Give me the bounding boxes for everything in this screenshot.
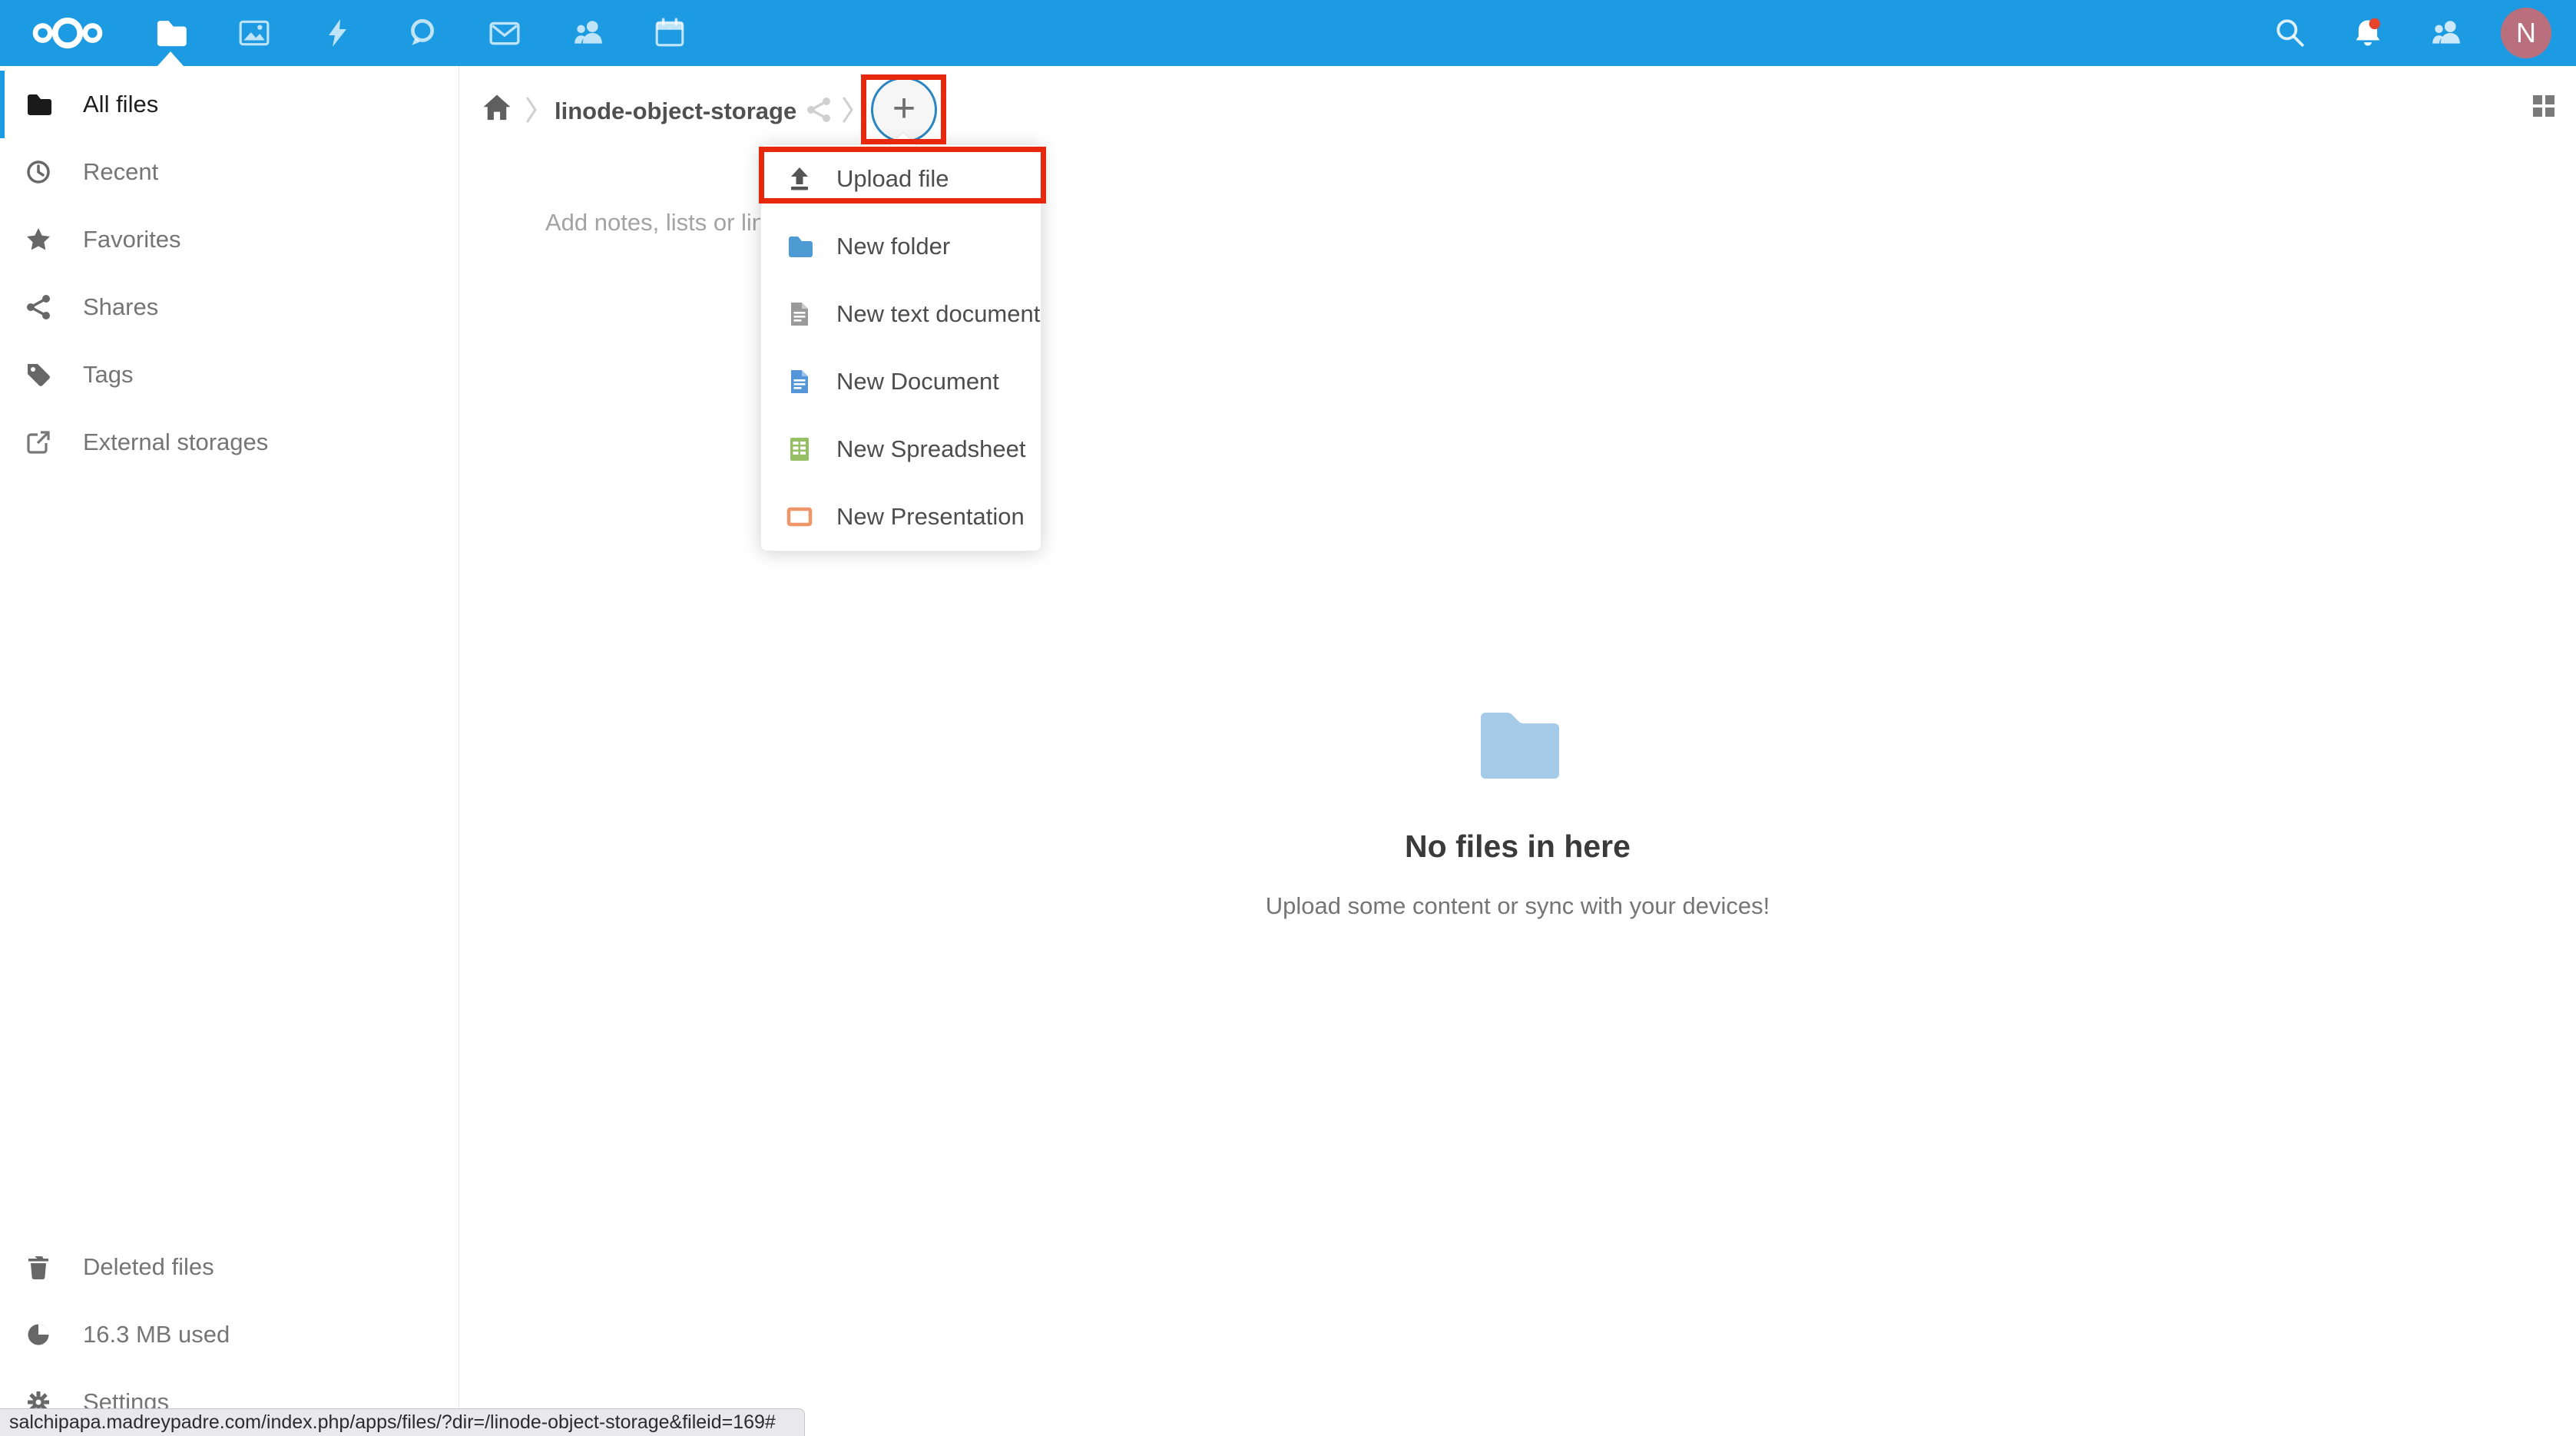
document-icon (786, 368, 813, 395)
quota-pie-icon (25, 1321, 52, 1348)
sidebar-item-all-files[interactable]: All files (0, 71, 459, 138)
sidebar-bottom-nav: Deleted files 16.3 MB used (0, 1233, 459, 1436)
sidebar-item-label: Deleted files (83, 1253, 214, 1281)
menu-item-label: New Document (836, 368, 999, 395)
menu-item-new-text-document[interactable]: New text document (761, 280, 1041, 348)
avatar-initial: N (2516, 17, 2536, 49)
notes-placeholder[interactable]: Add notes, lists or lin (545, 209, 765, 237)
plus-icon: + (892, 88, 916, 128)
empty-state-subtitle: Upload some content or sync with your de… (459, 892, 2576, 920)
empty-folder-icon (1474, 705, 1561, 782)
sidebar-item-shares[interactable]: Shares (0, 273, 459, 341)
contacts-app-icon[interactable] (567, 12, 610, 55)
sidebar-item-deleted-files[interactable]: Deleted files (0, 1233, 459, 1301)
active-indicator (0, 71, 5, 138)
contacts-menu-icon[interactable] (2425, 12, 2468, 55)
menu-item-label: New folder (836, 233, 950, 260)
sidebar-item-label: External storages (83, 428, 268, 456)
files-app-icon[interactable] (149, 12, 192, 55)
folder-icon (786, 233, 813, 260)
menu-item-new-document[interactable]: New Document (761, 348, 1041, 415)
sidebar-item-favorites[interactable]: Favorites (0, 206, 459, 273)
sidebar-item-label: Recent (83, 158, 158, 186)
empty-state: No files in here Upload some content or … (459, 705, 2576, 920)
photos-app-icon[interactable] (233, 12, 276, 55)
menu-item-label: New Presentation (836, 503, 1025, 531)
external-link-icon (25, 428, 52, 456)
empty-state-title: No files in here (459, 829, 2576, 865)
trash-icon (25, 1253, 52, 1281)
clock-icon (25, 158, 52, 186)
tag-icon (25, 361, 52, 389)
star-icon (25, 226, 52, 253)
breadcrumb-folder-name[interactable]: linode-object-storage (555, 98, 796, 125)
link-preview-statusbar: salchipapa.madreypadre.com/index.php/app… (0, 1408, 805, 1436)
sidebar-item-label: Favorites (83, 226, 180, 253)
chevron-right-icon (525, 96, 538, 124)
active-app-indicator (157, 51, 184, 66)
topbar: N (0, 0, 2576, 66)
upload-icon (786, 165, 813, 193)
menu-item-new-folder[interactable]: New folder (761, 213, 1041, 280)
avatar[interactable]: N (2501, 8, 2551, 58)
menu-item-new-presentation[interactable]: New Presentation (761, 483, 1041, 551)
menu-item-label: Upload file (836, 165, 949, 193)
home-breadcrumb-icon[interactable] (481, 92, 513, 124)
sidebar-item-tags[interactable]: Tags (0, 341, 459, 409)
grid-view-toggle-icon[interactable] (2530, 92, 2558, 120)
calendar-app-icon[interactable] (648, 12, 691, 55)
sidebar: All files Recent Favorites (0, 66, 459, 1436)
talk-app-icon[interactable] (400, 12, 443, 55)
nextcloud-window: N All files Recent (0, 0, 2576, 1436)
sidebar-item-external-storages[interactable]: External storages (0, 409, 459, 476)
sidebar-item-recent[interactable]: Recent (0, 138, 459, 206)
mail-app-icon[interactable] (483, 12, 526, 55)
activity-app-icon[interactable] (316, 12, 359, 55)
spreadsheet-icon (786, 435, 813, 463)
menu-item-label: New Spreadsheet (836, 435, 1025, 463)
search-icon[interactable] (2269, 12, 2312, 55)
sidebar-item-label: Shares (83, 293, 158, 321)
presentation-icon (786, 503, 813, 531)
menu-item-new-spreadsheet[interactable]: New Spreadsheet (761, 415, 1041, 483)
notifications-bell-icon[interactable] (2346, 12, 2389, 55)
share-icon (25, 293, 52, 321)
nextcloud-logo[interactable] (28, 13, 108, 53)
share-breadcrumb-icon[interactable] (805, 96, 833, 124)
chevron-right-icon (842, 96, 854, 124)
sidebar-item-label: 16.3 MB used (83, 1321, 230, 1348)
folder-icon (25, 91, 52, 118)
menu-item-label: New text document (836, 300, 1040, 328)
new-menu: Upload file New folder New text document (760, 144, 1041, 551)
sidebar-nav: All files Recent Favorites (0, 71, 459, 476)
sidebar-item-label: All files (83, 91, 158, 118)
sidebar-item-label: Tags (83, 361, 133, 389)
sidebar-item-quota[interactable]: 16.3 MB used (0, 1301, 459, 1368)
text-document-icon (786, 300, 813, 328)
